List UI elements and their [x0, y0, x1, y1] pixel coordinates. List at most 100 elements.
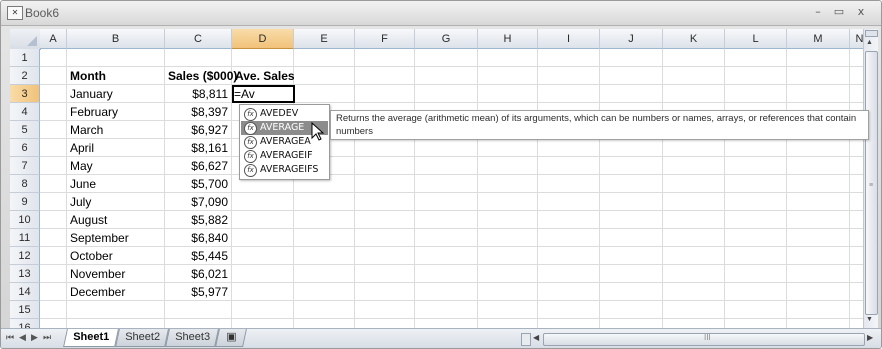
gridline [414, 49, 415, 328]
sales-cell[interactable]: $5,882 [165, 211, 228, 229]
grip-icon: ≡ [869, 182, 874, 189]
header-ave-sales[interactable]: Ave. Sales [235, 67, 295, 85]
horizontal-scrollbar[interactable]: ◀ III ▶ [521, 333, 881, 346]
vertical-scroll-thumb[interactable]: ≡ [865, 51, 878, 315]
sales-cell[interactable]: $6,021 [165, 265, 228, 283]
sales-cell[interactable]: $7,090 [165, 193, 228, 211]
autocomplete-item-averageifs[interactable]: fx AVERAGEIFS [241, 163, 328, 177]
column-header-b[interactable]: B [67, 29, 165, 49]
row-header-11[interactable]: 11 [10, 229, 40, 247]
row-header-2[interactable]: 2 [10, 67, 40, 85]
gridline [40, 66, 863, 67]
month-cell[interactable]: July [70, 193, 91, 211]
formula-entry[interactable]: =Av [234, 85, 255, 103]
gridline [354, 49, 355, 328]
scroll-up-icon[interactable]: ▲ [866, 39, 873, 46]
gridline [40, 84, 863, 85]
row-header-5[interactable]: 5 [10, 121, 40, 139]
autocomplete-item-averageif[interactable]: fx AVERAGEIF [241, 149, 328, 163]
tab-sheet2[interactable]: Sheet2 [115, 329, 169, 347]
month-cell[interactable]: October [70, 247, 113, 265]
column-header-n[interactable]: N [850, 29, 863, 49]
row-header-16[interactable]: 16 [10, 319, 40, 328]
row-header-1[interactable]: 1 [10, 49, 40, 67]
month-cell[interactable]: April [70, 139, 94, 157]
row-header-8[interactable]: 8 [10, 175, 40, 193]
row-header-9[interactable]: 9 [10, 193, 40, 211]
header-sales[interactable]: Sales ($000) [168, 67, 237, 85]
autocomplete-item-label: AVERAGEIF [260, 150, 313, 161]
minimize-button[interactable]: – [810, 5, 826, 19]
column-header-f[interactable]: F [355, 29, 415, 49]
sales-cell[interactable]: $5,445 [165, 247, 228, 265]
gridline [40, 300, 863, 301]
row-header-14[interactable]: 14 [10, 283, 40, 301]
column-header-m[interactable]: M [787, 29, 850, 49]
column-header-g[interactable]: G [415, 29, 478, 49]
select-all-corner[interactable] [10, 29, 41, 50]
month-cell[interactable]: June [70, 175, 96, 193]
gridline [40, 210, 863, 211]
column-header-l[interactable]: L [725, 29, 787, 49]
month-cell[interactable]: February [70, 103, 118, 121]
gridline [599, 49, 600, 328]
excel-doc-icon[interactable]: ✕ [7, 6, 23, 20]
function-autocomplete-list[interactable]: fx AVEDEV fx AVERAGE fx AVERAGEA fx AVERAGEIF fx… [239, 104, 330, 180]
month-cell[interactable]: November [70, 265, 125, 283]
column-header-j[interactable]: J [600, 29, 663, 49]
scroll-right-icon[interactable]: ▶ [867, 333, 873, 342]
tab-sheet1[interactable]: Sheet1 [63, 329, 119, 347]
sales-cell[interactable]: $8,397 [165, 103, 228, 121]
sales-cell[interactable]: $6,927 [165, 121, 228, 139]
column-header-i[interactable]: I [538, 29, 600, 49]
scroll-down-icon[interactable]: ▼ [866, 316, 873, 323]
sales-cell[interactable]: $8,811 [165, 85, 228, 103]
spreadsheet-grid[interactable]: A B C D E F G H I J K L M N 1 2 3 4 5 6 7 8 9 10 11 12 13 14 15 16 Mon… [10, 29, 863, 328]
gridline [40, 228, 863, 229]
month-cell[interactable]: August [70, 211, 107, 229]
month-cell[interactable]: May [70, 157, 93, 175]
row-header-12[interactable]: 12 [10, 247, 40, 265]
vertical-scrollbar[interactable]: ▲ ≡ ▼ [863, 29, 878, 328]
column-header-e[interactable]: E [294, 29, 355, 49]
maximize-button[interactable]: ▭ [831, 5, 847, 19]
header-month[interactable]: Month [70, 67, 106, 85]
prev-sheet-icon[interactable]: ◀ [19, 333, 26, 343]
scroll-left-icon[interactable]: ◀ [533, 333, 539, 342]
horizontal-scroll-thumb[interactable]: III [543, 333, 865, 346]
autocomplete-item-avedev[interactable]: fx AVEDEV [241, 107, 328, 121]
month-cell[interactable]: March [70, 121, 103, 139]
sales-cell[interactable]: $6,840 [165, 229, 228, 247]
month-cell[interactable]: December [70, 283, 125, 301]
row-header-4[interactable]: 4 [10, 103, 40, 121]
column-header-c[interactable]: C [165, 29, 232, 49]
insert-sheet-button[interactable]: ▣ [215, 329, 247, 347]
gridline [40, 192, 863, 193]
month-cell[interactable]: January [70, 85, 113, 103]
close-button[interactable]: x [853, 5, 869, 19]
row-header-3[interactable]: 3 [10, 85, 40, 103]
column-header-k[interactable]: K [663, 29, 725, 49]
column-header-d[interactable]: D [232, 29, 294, 49]
sales-cell[interactable]: $5,700 [165, 175, 228, 193]
row-header-10[interactable]: 10 [10, 211, 40, 229]
sales-cell[interactable]: $6,627 [165, 157, 228, 175]
function-icon: fx [244, 108, 257, 121]
next-sheet-icon[interactable]: ▶ [31, 333, 38, 343]
first-sheet-icon[interactable]: ⏮ [6, 333, 14, 343]
split-box[interactable] [865, 30, 878, 37]
row-header-6[interactable]: 6 [10, 139, 40, 157]
row-header-15[interactable]: 15 [10, 301, 40, 319]
insert-sheet-icon: ▣ [226, 331, 237, 343]
row-header-13[interactable]: 13 [10, 265, 40, 283]
sales-cell[interactable]: $8,161 [165, 139, 228, 157]
row-header-7[interactable]: 7 [10, 157, 40, 175]
column-header-h[interactable]: H [478, 29, 538, 49]
column-header-a[interactable]: A [40, 29, 67, 49]
tab-sheet3[interactable]: Sheet3 [165, 329, 219, 347]
month-cell[interactable]: September [70, 229, 129, 247]
sales-cell[interactable]: $5,977 [165, 283, 228, 301]
split-box[interactable] [521, 333, 531, 346]
last-sheet-icon[interactable]: ⏭ [43, 333, 51, 343]
title-bar[interactable]: ✕ Book6 – ▭ x [1, 1, 881, 26]
